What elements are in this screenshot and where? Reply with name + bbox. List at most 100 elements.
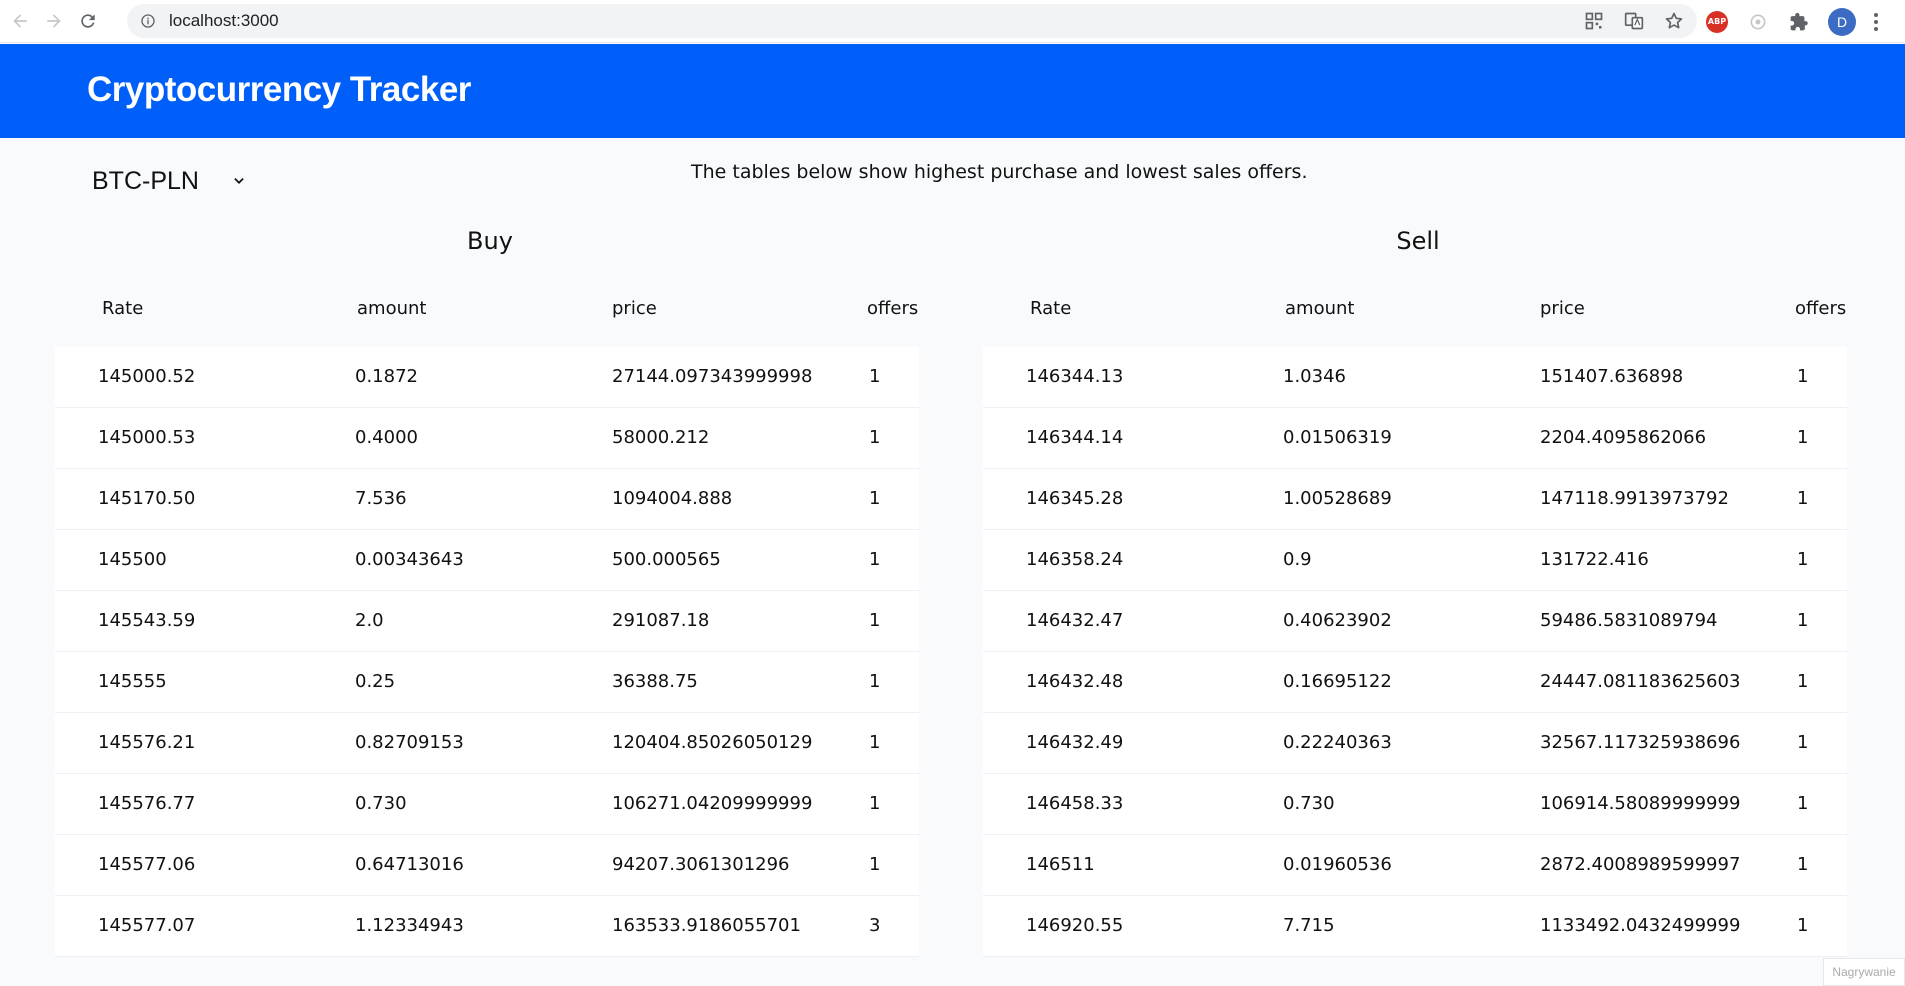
amount-cell: 1.00528689 xyxy=(1283,488,1392,509)
reload-button[interactable] xyxy=(74,7,102,35)
offers-cell: 1 xyxy=(869,793,881,814)
rate-cell: 146432.49 xyxy=(1026,732,1124,753)
column-header-offers: offers xyxy=(867,298,919,319)
price-cell: 32567.117325938696 xyxy=(1540,732,1741,753)
price-cell: 131722.416 xyxy=(1540,549,1649,570)
table-row: 145577.06 0.64713016 94207.3061301296 1 xyxy=(55,835,919,896)
table-row: 146345.28 1.00528689 147118.9913973792 1 xyxy=(983,469,1847,530)
currency-pair-select[interactable]: BTC-PLN xyxy=(92,163,246,199)
extension-circle-icon[interactable] xyxy=(1746,10,1770,34)
amount-cell: 0.40623902 xyxy=(1283,610,1392,631)
translate-icon[interactable] xyxy=(1623,10,1645,32)
back-button[interactable] xyxy=(6,7,34,35)
offers-cell: 1 xyxy=(1797,366,1809,387)
profile-avatar[interactable]: D xyxy=(1828,7,1856,36)
price-cell: 58000.212 xyxy=(612,427,710,448)
column-header-price: price xyxy=(1540,298,1585,319)
offers-cell: 1 xyxy=(1797,793,1809,814)
rate-cell: 145577.07 xyxy=(98,915,196,936)
adblock-extension-icon[interactable]: ABP xyxy=(1705,10,1729,34)
column-header-rate: Rate xyxy=(102,298,144,319)
table-row: 146458.33 0.730 106914.58089999999 1 xyxy=(983,774,1847,835)
buy-rows: 145000.52 0.1872 27144.097343999998 1 145000… xyxy=(55,347,919,957)
price-cell: 24447.081183625603 xyxy=(1540,671,1741,692)
amount-cell: 1.0346 xyxy=(1283,366,1346,387)
amount-cell: 0.730 xyxy=(1283,793,1335,814)
rate-cell: 145576.77 xyxy=(98,793,196,814)
buy-table: Buy Rate amount price offers 145000.52 0.… xyxy=(55,222,925,957)
rate-cell: 145576.21 xyxy=(98,732,196,753)
offers-cell: 1 xyxy=(869,732,881,753)
arrow-right-icon xyxy=(47,14,61,28)
offers-cell: 1 xyxy=(1797,915,1809,936)
currency-pair-value: BTC-PLN xyxy=(92,166,199,195)
table-row: 145577.07 1.12334943 163533.9186055701 3 xyxy=(55,896,919,957)
table-row: 146344.14 0.01506319 2204.4095862066 1 xyxy=(983,408,1847,469)
amount-cell: 0.82709153 xyxy=(355,732,464,753)
table-row: 145576.77 0.730 106271.04209999999 1 xyxy=(55,774,919,835)
rate-cell: 145543.59 xyxy=(98,610,196,631)
rate-cell: 145000.53 xyxy=(98,427,196,448)
price-cell: 151407.636898 xyxy=(1540,366,1684,387)
amount-cell: 0.4000 xyxy=(355,427,418,448)
puzzle-icon[interactable] xyxy=(1787,10,1811,34)
price-cell: 120404.85026050129 xyxy=(612,732,813,753)
offers-cell: 1 xyxy=(869,671,881,692)
rate-cell: 146458.33 xyxy=(1026,793,1124,814)
amount-cell: 0.730 xyxy=(355,793,407,814)
offers-cell: 1 xyxy=(1797,671,1809,692)
amount-cell: 0.64713016 xyxy=(355,854,464,875)
column-header-rate: Rate xyxy=(1030,298,1072,319)
offers-cell: 1 xyxy=(1797,732,1809,753)
table-row: 146432.47 0.40623902 59486.5831089794 1 xyxy=(983,591,1847,652)
offers-cell: 1 xyxy=(869,854,881,875)
amount-cell: 7.536 xyxy=(355,488,407,509)
amount-cell: 0.01960536 xyxy=(1283,854,1392,875)
offers-cell: 1 xyxy=(1797,854,1809,875)
chevron-down-icon xyxy=(234,178,244,184)
offers-cell: 1 xyxy=(869,488,881,509)
offers-cell: 1 xyxy=(869,427,881,448)
qr-code-icon[interactable] xyxy=(1583,10,1605,32)
price-cell: 1094004.888 xyxy=(612,488,733,509)
offers-cell: 1 xyxy=(1797,427,1809,448)
offers-cell: 1 xyxy=(1797,610,1809,631)
recording-watermark: Nagrywanie xyxy=(1823,958,1905,986)
column-header-price: price xyxy=(612,298,657,319)
arrow-left-icon xyxy=(13,14,27,28)
sell-title: Sell xyxy=(1396,227,1440,255)
table-row: 145555 0.25 36388.75 1 xyxy=(55,652,919,713)
address-bar[interactable]: localhost:3000 xyxy=(127,4,1697,38)
column-header-amount: amount xyxy=(357,298,427,319)
table-row: 145576.21 0.82709153 120404.85026050129 1 xyxy=(55,713,919,774)
price-cell: 94207.3061301296 xyxy=(612,854,790,875)
amount-cell: 0.25 xyxy=(355,671,396,692)
sell-rows: 146344.13 1.0346 151407.636898 1 146344.14 0.… xyxy=(983,347,1847,957)
table-row: 146358.24 0.9 131722.416 1 xyxy=(983,530,1847,591)
app-header: Cryptocurrency Tracker xyxy=(0,44,1905,138)
amount-cell: 0.00343643 xyxy=(355,549,464,570)
rate-cell: 145000.52 xyxy=(98,366,196,387)
app-title: Cryptocurrency Tracker xyxy=(87,70,471,109)
sell-table: Sell Rate amount price offers 146344.13 1… xyxy=(983,222,1853,957)
table-row: 145500 0.00343643 500.000565 1 xyxy=(55,530,919,591)
table-row: 146344.13 1.0346 151407.636898 1 xyxy=(983,347,1847,408)
info-icon xyxy=(141,14,155,28)
rate-cell: 146432.48 xyxy=(1026,671,1124,692)
amount-cell: 7.715 xyxy=(1283,915,1335,936)
rate-cell: 146344.14 xyxy=(1026,427,1124,448)
price-cell: 106271.04209999999 xyxy=(612,793,813,814)
price-cell: 2204.4095862066 xyxy=(1540,427,1707,448)
table-row: 145170.50 7.536 1094004.888 1 xyxy=(55,469,919,530)
price-cell: 500.000565 xyxy=(612,549,721,570)
star-icon[interactable] xyxy=(1663,10,1685,32)
rate-cell: 146920.55 xyxy=(1026,915,1124,936)
amount-cell: 1.12334943 xyxy=(355,915,464,936)
url-text: localhost:3000 xyxy=(169,11,279,30)
rate-cell: 145170.50 xyxy=(98,488,196,509)
rate-cell: 145500 xyxy=(98,549,167,570)
forward-button[interactable] xyxy=(40,7,68,35)
browser-toolbar: localhost:3000 ABP D xyxy=(0,0,1905,43)
price-cell: 27144.097343999998 xyxy=(612,366,813,387)
menu-icon[interactable] xyxy=(1873,12,1879,31)
